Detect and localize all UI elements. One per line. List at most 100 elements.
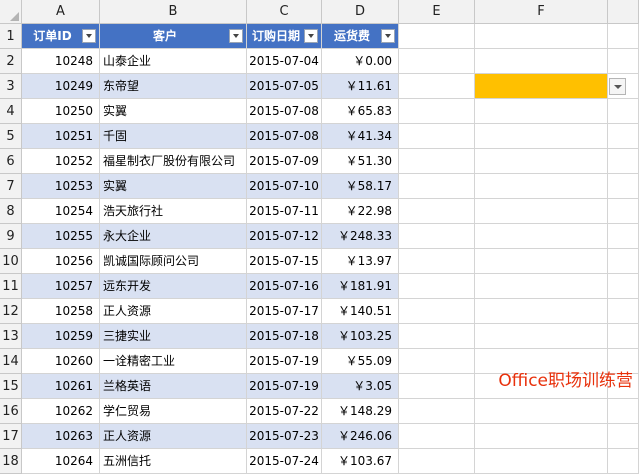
empty-cell[interactable] [475,149,608,174]
row-header-9[interactable]: 9 [0,224,22,249]
empty-cell[interactable] [399,249,475,274]
table-cell-id[interactable]: 10252 [22,149,100,174]
empty-cell[interactable] [399,374,475,399]
table-cell-customer[interactable]: 千固 [100,124,247,149]
spreadsheet-grid[interactable]: A B C D E F 1 2 3 4 5 6 7 8 9 10 11 12 13 14 15 16 17 18 订单ID 客户订… [0,0,639,474]
table-cell-fee[interactable]: ￥181.91 [322,274,399,299]
table-cell-customer[interactable]: 正人资源 [100,424,247,449]
empty-cell[interactable] [475,424,608,449]
table-cell-id[interactable]: 10260 [22,349,100,374]
empty-cell[interactable] [608,224,639,249]
filter-dropdown-icon[interactable] [381,29,395,43]
table-cell-customer[interactable]: 永大企业 [100,224,247,249]
table-cell-id[interactable]: 10248 [22,49,100,74]
table-cell-id[interactable]: 10251 [22,124,100,149]
row-header-3[interactable]: 3 [0,74,22,99]
empty-cell[interactable] [399,99,475,124]
table-cell-fee[interactable]: ￥3.05 [322,374,399,399]
empty-cell[interactable] [399,174,475,199]
table-cell-fee[interactable]: ￥148.29 [322,399,399,424]
table-cell-fee[interactable]: ￥0.00 [322,49,399,74]
empty-cell[interactable] [608,449,639,474]
table-cell-date[interactable]: 2015-07-11 [247,199,322,224]
table-cell-fee[interactable]: ￥140.51 [322,299,399,324]
row-header-8[interactable]: 8 [0,199,22,224]
table-cell-customer[interactable]: 兰格英语 [100,374,247,399]
row-header-17[interactable]: 17 [0,424,22,449]
table-cell-id[interactable]: 10256 [22,249,100,274]
empty-cell[interactable] [399,349,475,374]
table-cell-date[interactable]: 2015-07-09 [247,149,322,174]
column-header-f[interactable]: F [475,0,608,24]
empty-cell[interactable] [475,124,608,149]
table-cell-id[interactable]: 10264 [22,449,100,474]
empty-cell[interactable] [608,274,639,299]
table-cell-fee[interactable]: ￥55.09 [322,349,399,374]
table-cell-customer[interactable]: 凯诚国际顾问公司 [100,249,247,274]
table-cell-date[interactable]: 2015-07-19 [247,349,322,374]
empty-cell[interactable] [399,149,475,174]
empty-cell[interactable] [399,274,475,299]
empty-cell[interactable] [608,399,639,424]
table-cell-fee[interactable]: ￥103.25 [322,324,399,349]
column-header-e[interactable]: E [399,0,475,24]
table-cell-date[interactable]: 2015-07-23 [247,424,322,449]
empty-cell[interactable] [608,124,639,149]
table-cell-fee[interactable]: ￥41.34 [322,124,399,149]
table-cell-id[interactable]: 10255 [22,224,100,249]
empty-cell[interactable] [399,399,475,424]
empty-cell[interactable] [608,174,639,199]
empty-cell[interactable] [608,299,639,324]
table-cell-date[interactable]: 2015-07-05 [247,74,322,99]
table-cell-customer[interactable]: 学仁贸易 [100,399,247,424]
table-cell-date[interactable]: 2015-07-12 [247,224,322,249]
row-header-15[interactable]: 15 [0,374,22,399]
row-header-10[interactable]: 10 [0,249,22,274]
empty-cell[interactable] [608,199,639,224]
row-header-11[interactable]: 11 [0,274,22,299]
empty-cell[interactable] [475,199,608,224]
table-cell-fee[interactable]: ￥22.98 [322,199,399,224]
table-cell-date[interactable]: 2015-07-08 [247,124,322,149]
empty-cell[interactable] [399,424,475,449]
table-cell-id[interactable]: 10261 [22,374,100,399]
filter-dropdown-icon[interactable] [82,29,96,43]
table-cell-customer[interactable]: 浩天旅行社 [100,199,247,224]
table-cell-date[interactable]: 2015-07-16 [247,274,322,299]
column-header-d[interactable]: D [322,0,399,24]
table-cell-date[interactable]: 2015-07-15 [247,249,322,274]
empty-cell[interactable] [608,149,639,174]
empty-cell[interactable] [475,249,608,274]
table-cell-fee[interactable]: ￥65.83 [322,99,399,124]
table-cell-customer[interactable]: 福星制衣厂股份有限公司 [100,149,247,174]
empty-cell[interactable] [475,324,608,349]
table-cell-fee[interactable]: ￥51.30 [322,149,399,174]
table-cell-id[interactable]: 10259 [22,324,100,349]
row-header-13[interactable]: 13 [0,324,22,349]
table-cell-id[interactable]: 10254 [22,199,100,224]
table-cell-id[interactable]: 10250 [22,99,100,124]
empty-cell[interactable] [399,49,475,74]
table-cell-date[interactable]: 2015-07-18 [247,324,322,349]
empty-cell[interactable] [475,299,608,324]
table-cell-date[interactable]: 2015-07-04 [247,49,322,74]
table-cell-customer[interactable]: 三捷实业 [100,324,247,349]
empty-cell[interactable] [399,199,475,224]
filter-dropdown-icon[interactable] [304,29,318,43]
select-all-corner[interactable] [0,0,22,24]
table-cell-customer[interactable]: 山泰企业 [100,49,247,74]
table-cell-fee[interactable]: ￥246.06 [322,424,399,449]
validation-dropdown-icon[interactable] [609,78,626,95]
table-cell-customer[interactable]: 东帝望 [100,74,247,99]
empty-cell[interactable] [475,449,608,474]
table-cell-id[interactable]: 10263 [22,424,100,449]
table-cell-id[interactable]: 10258 [22,299,100,324]
row-header-6[interactable]: 6 [0,149,22,174]
filter-dropdown-icon[interactable] [229,29,243,43]
empty-cell[interactable] [608,24,639,49]
empty-cell[interactable] [475,399,608,424]
table-cell-date[interactable]: 2015-07-17 [247,299,322,324]
empty-cell[interactable] [399,324,475,349]
table-cell-id[interactable]: 10257 [22,274,100,299]
row-header-7[interactable]: 7 [0,174,22,199]
